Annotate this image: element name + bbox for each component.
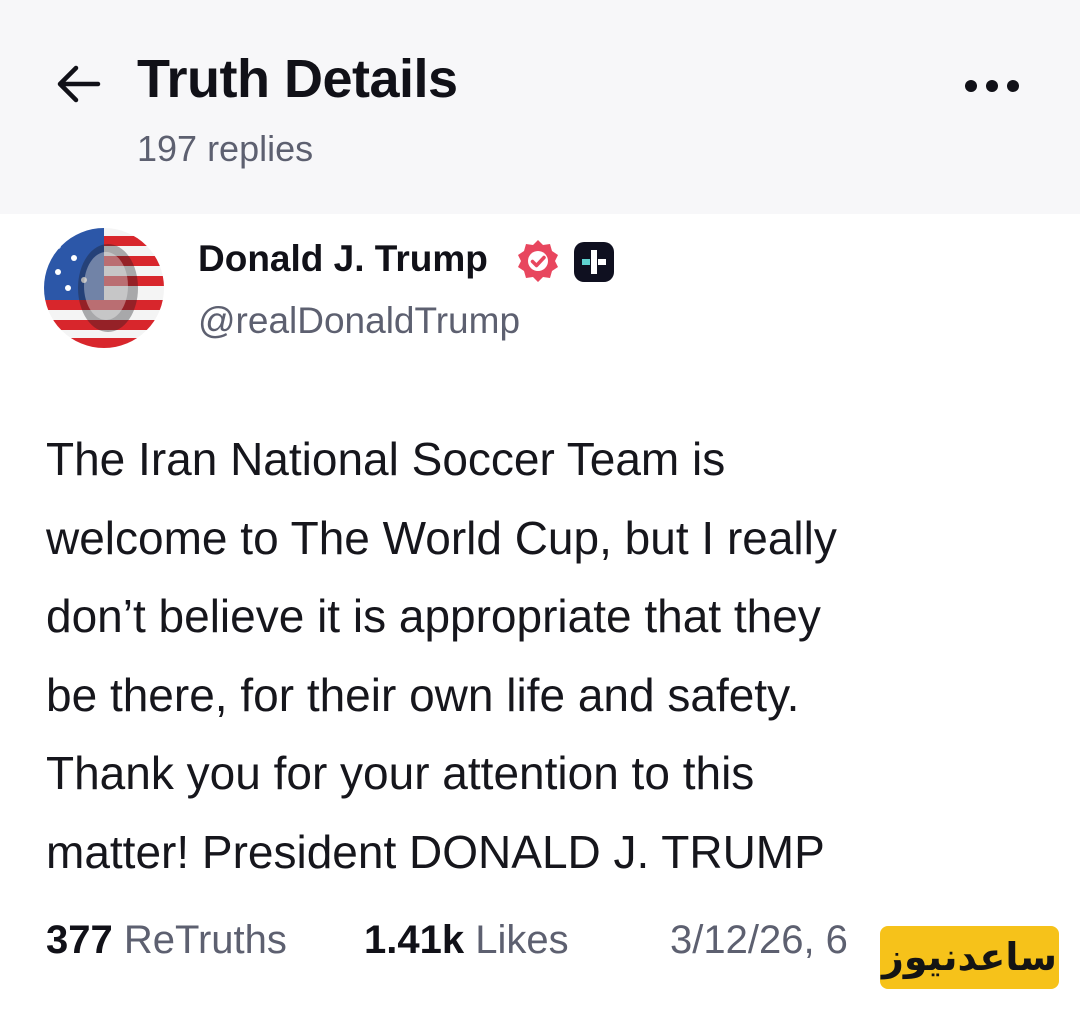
page-title: Truth Details <box>137 49 458 109</box>
replies-count[interactable]: 197 replies <box>137 128 313 170</box>
more-options-button[interactable] <box>956 64 1028 108</box>
post-line: The Iran National Soccer Team is <box>46 433 726 485</box>
post-timestamp: 3/12/26, 6 <box>670 918 848 962</box>
header-bar: Truth Details 197 replies <box>0 0 1080 214</box>
retruths-label: ReTruths <box>123 918 287 962</box>
post-line: welcome to The World Cup, but I really <box>46 511 837 564</box>
likes-count: 1.41k <box>364 918 465 962</box>
post-line: be there, for their own life and safety. <box>46 668 800 721</box>
post-line: matter! President DONALD J. TRUMP <box>46 825 825 878</box>
post-body: The Iran National Soccer Team is welcome… <box>46 420 1046 891</box>
likes-stat[interactable]: 1.41k Likes <box>364 918 569 963</box>
retruths-stat[interactable]: 377 ReTruths <box>46 918 287 963</box>
retruths-count: 377 <box>46 918 113 962</box>
verified-badge-icon <box>518 240 558 282</box>
likes-label: Likes <box>475 918 569 962</box>
author-name[interactable]: Donald J. Trump <box>198 238 488 280</box>
truth-plus-icon <box>574 242 614 282</box>
avatar-image <box>44 228 164 348</box>
more-horizontal-icon <box>965 80 1019 92</box>
arrow-left-icon <box>57 65 101 103</box>
back-button[interactable] <box>50 56 106 112</box>
post-line: don’t believe it is appropriate that the… <box>46 590 821 642</box>
watermark-logo: ساعدنیوز <box>880 926 1059 989</box>
avatar[interactable] <box>44 228 164 348</box>
post-line: Thank you for your attention to this <box>46 747 755 799</box>
author-handle[interactable]: @realDonaldTrump <box>198 300 520 342</box>
